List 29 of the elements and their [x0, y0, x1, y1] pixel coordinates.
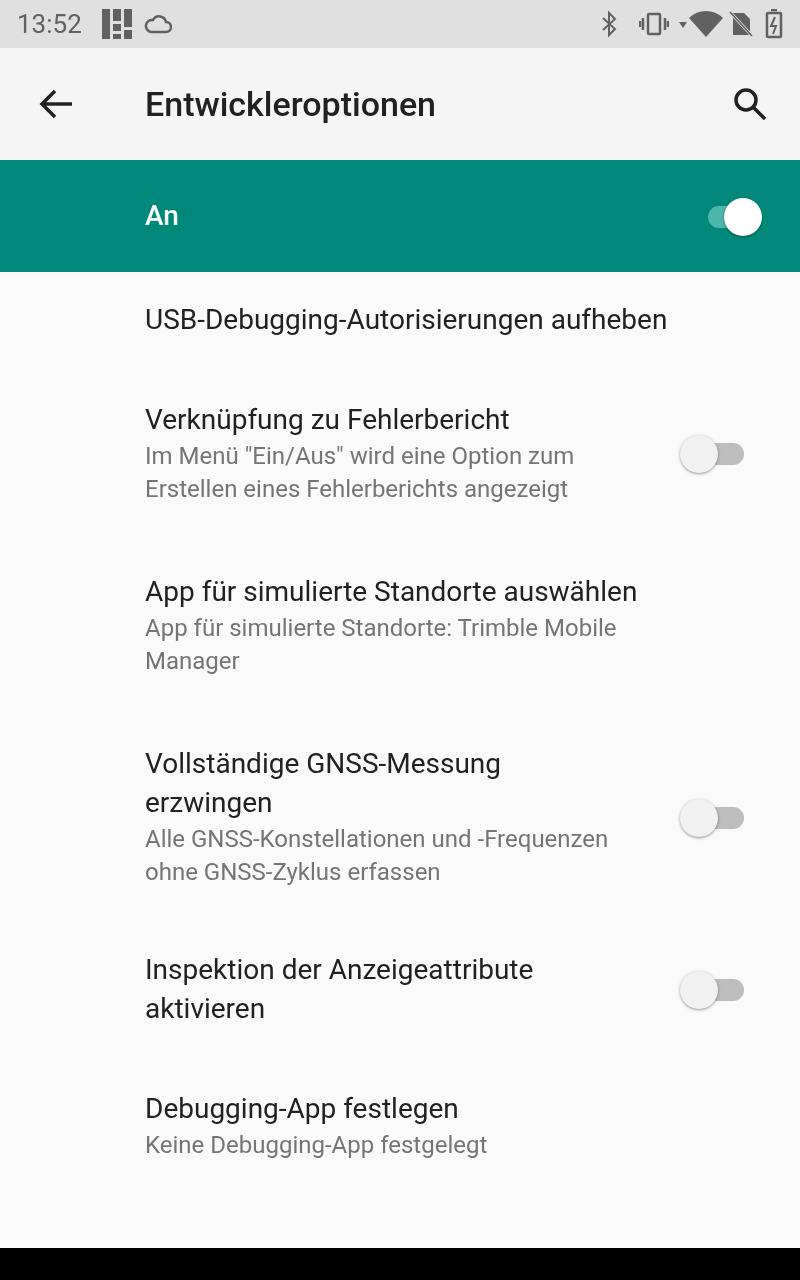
back-arrow-icon	[39, 89, 73, 119]
setting-title: USB-Debugging-Autorisierungen aufheben	[145, 302, 669, 338]
no-sim-icon	[729, 10, 753, 38]
clock: 13:52	[17, 7, 82, 41]
wifi-icon	[679, 10, 725, 38]
search-icon	[733, 87, 767, 121]
setting-title: Debugging-App festlegen	[145, 1091, 460, 1127]
setting-row[interactable]: Inspektion der Anzeigeattribute aktivieren	[0, 922, 800, 1056]
vibrate-icon	[639, 12, 669, 36]
grid-icon	[101, 9, 132, 39]
setting-row[interactable]: USB-Debugging-Autorisierungen aufheben	[0, 272, 800, 367]
battery-charging-icon	[765, 9, 783, 39]
setting-row[interactable]: Verknüpfung zu Fehlerbericht Im Menü "Ein/Aus" wird eine Option zum Erstellen eines Fehlerberichts angezeigt	[0, 367, 800, 539]
cloud-icon	[143, 13, 172, 35]
setting-title: Verknüpfung zu Fehlerbericht	[145, 402, 511, 438]
master-switch-label: An	[145, 198, 180, 234]
setting-summary: Im Menü "Ein/Aus" wird eine Option zum Erstellen eines Fehlerberichts angezeigt	[145, 441, 576, 505]
setting-row[interactable]: Vollständige GNSS-Messung erzwingen Alle GNSS-Konstellationen und -Frequenzen ohne GNSS-Zyklus erfassen	[0, 711, 800, 922]
page-title: Entwickleroptionen	[145, 82, 438, 126]
setting-summary: App für simulierte Standorte: Trimble Mobile Manager	[145, 613, 618, 677]
setting-title: Inspektion der Anzeigeattribute aktivieren	[145, 952, 535, 1027]
setting-title: Vollständige GNSS-Messung erzwingen	[145, 746, 503, 821]
bluetooth-icon	[601, 10, 617, 38]
setting-summary: Alle GNSS-Konstellationen und -Frequenzen ohne GNSS-Zyklus erfassen	[145, 824, 610, 888]
setting-summary: Keine Debugging-App festgelegt	[145, 1130, 489, 1161]
setting-title: App für simulierte Standorte auswählen	[145, 574, 639, 610]
setting-row[interactable]: App für simulierte Standorte auswählen App für simulierte Standorte: Trimble Mobile Manager	[0, 539, 800, 711]
setting-row[interactable]: Debugging-App festlegen Keine Debugging-App festgelegt	[0, 1056, 800, 1195]
master-switch-bar[interactable]: An	[0, 160, 800, 272]
